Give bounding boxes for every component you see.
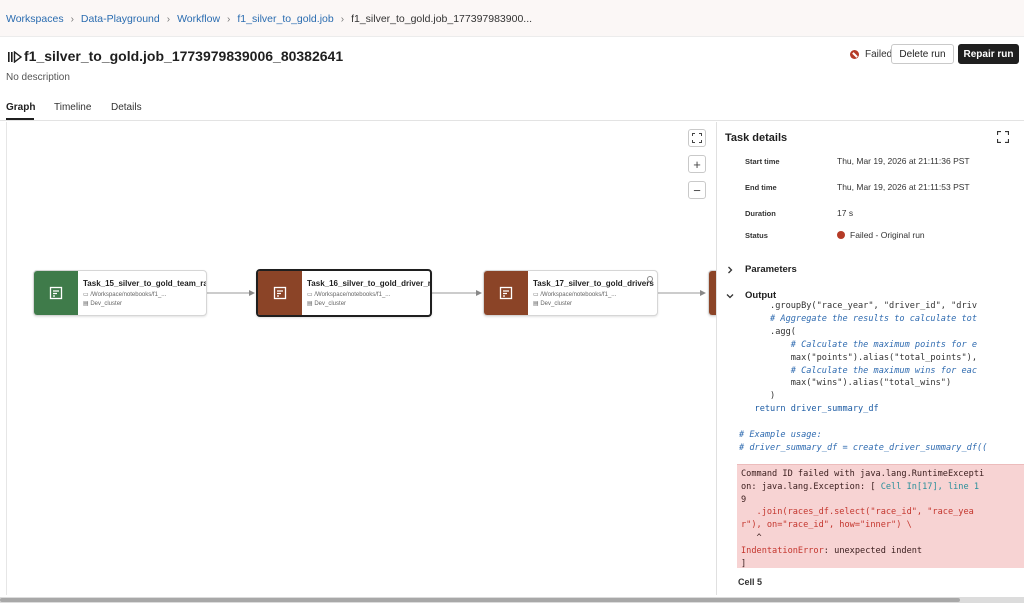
error-output: Command ID failed with java.lang.Runtime…: [737, 464, 1024, 569]
graph-edges: [207, 290, 706, 296]
chevron-right-icon: ›: [340, 13, 345, 25]
code-line: # Calculate the maximum wins for eac: [739, 365, 977, 376]
breadcrumb-workflow[interactable]: Workflow: [177, 13, 220, 25]
task-node-15[interactable]: Task_15_silver_to_gold_team_rank ▭ /Work…: [33, 270, 207, 316]
field-label: Start time: [745, 157, 780, 166]
tab-bar: Graph Timeline Details: [0, 96, 1024, 121]
expand-icon[interactable]: [997, 131, 1009, 143]
task-path: ▭ /Workspace/notebooks/f1_...: [533, 292, 617, 298]
field-label: Status: [745, 231, 768, 240]
top-bar: Workspaces › Data-Playground › Workflow …: [0, 0, 1024, 37]
task-cluster: ▤ Dev_cluster: [533, 301, 573, 307]
task-cluster: ▤ Dev_cluster: [83, 301, 123, 307]
failed-icon: [850, 50, 859, 59]
task-node-16[interactable]: Task_16_silver_to_gold_driver_ran ▭ /Wor…: [256, 269, 432, 317]
error-line: .join(races_df.select("race_id", "race_y…: [741, 507, 974, 518]
notebook-task-icon: [258, 271, 302, 315]
error-line: ^: [741, 532, 762, 543]
output-code-block: .groupBy("race_year", "driver_id", "driv…: [739, 300, 1024, 455]
breadcrumb-current-run: f1_silver_to_gold.job_177397983900...: [351, 13, 533, 25]
error-line: on: java.lang.Exception: [ Cell In[17], …: [741, 481, 980, 492]
task-cluster: ▤ Dev_cluster: [307, 301, 347, 307]
chevron-right-icon: ›: [227, 13, 231, 25]
failed-icon: [837, 231, 845, 239]
breadcrumb-job[interactable]: f1_silver_to_gold.job: [237, 13, 333, 25]
active-tab-indicator: [6, 118, 34, 120]
task-name: Task_17_silver_to_gold_drivers: [533, 279, 654, 288]
field-label: Duration: [745, 209, 776, 218]
next-cell-label: Cell 5: [738, 577, 763, 587]
horizontal-scrollbar[interactable]: [0, 598, 960, 602]
end-time-value: Thu, Mar 19, 2026 at 21:11:53 PST: [837, 182, 970, 192]
breadcrumb-workspaces[interactable]: Workspaces: [6, 13, 64, 25]
task-name: Task_15_silver_to_gold_team_rank: [83, 279, 207, 288]
status-badge: Failed: [850, 49, 892, 60]
notebook-task-icon: [34, 271, 78, 315]
tab-details[interactable]: Details: [111, 102, 142, 113]
code-line: # Calculate the maximum points for e: [739, 339, 977, 350]
page-title: f1_silver_to_gold.job_1773979839006_8038…: [24, 48, 344, 64]
code-line: return driver_summary_df: [739, 404, 879, 415]
parameters-section-toggle[interactable]: Parameters: [726, 264, 797, 275]
code-line: max("wins").alias("total_wins"): [739, 378, 952, 389]
chevron-down-icon: [726, 293, 734, 298]
notebook-task-icon: [484, 271, 528, 315]
error-line: IndentationError: unexpected indent: [741, 545, 923, 556]
repair-run-button[interactable]: Repair run: [958, 44, 1019, 64]
code-line: # driver_summary_df = create_driver_summ…: [739, 442, 988, 453]
code-line: max("points").alias("total_points"),: [739, 352, 977, 363]
task-details-panel: Task details Start time Thu, Mar 19, 202…: [716, 122, 1024, 595]
code-line: ): [739, 391, 776, 402]
start-time-value: Thu, Mar 19, 2026 at 21:11:36 PST: [837, 156, 970, 166]
job-run-icon: [8, 51, 22, 63]
status-value: Failed - Original run: [837, 230, 925, 240]
task-path: ▭ /Workspace/notebooks/f1_...: [83, 292, 167, 298]
status-text: Failed: [865, 49, 893, 60]
code-line: .groupBy("race_year", "driver_id", "driv: [739, 301, 977, 311]
task-node-17[interactable]: Task_17_silver_to_gold_drivers ▭ /Worksp…: [483, 270, 658, 316]
run-header: f1_silver_to_gold.job_1773979839006_8038…: [0, 44, 1024, 68]
cell-reference: Cell In[17], line 1: [880, 481, 980, 492]
error-line: r"), on="race_id", how="inner") \: [741, 520, 912, 531]
chevron-right-icon: ›: [70, 13, 74, 25]
task-path: ▭ /Workspace/notebooks/f1_...: [307, 292, 391, 298]
chevron-right-icon: ›: [166, 13, 171, 25]
field-label: End time: [745, 183, 777, 192]
tab-graph[interactable]: Graph: [6, 102, 35, 113]
breadcrumb-data-playground[interactable]: Data-Playground: [81, 13, 160, 25]
pending-status-icon: [647, 276, 653, 282]
tab-timeline[interactable]: Timeline: [54, 102, 91, 113]
run-description: No description: [6, 72, 70, 83]
panel-title: Task details: [725, 132, 788, 144]
error-line: ]: [741, 558, 747, 569]
graph-canvas[interactable]: + − Task_15_silver_to_gold_team_rank ▭ /…: [6, 122, 720, 595]
code-line: .agg(: [739, 326, 796, 337]
code-line: # Aggregate the results to calculate tot: [739, 313, 977, 324]
task-name: Task_16_silver_to_gold_driver_ran: [307, 279, 432, 288]
chevron-right-icon: [728, 266, 733, 273]
error-line: Command ID failed with java.lang.Runtime…: [741, 469, 985, 479]
delete-run-button[interactable]: Delete run: [891, 44, 954, 64]
error-line: 9: [741, 494, 747, 505]
code-line: # Example usage:: [739, 430, 822, 441]
duration-value: 17 s: [837, 208, 854, 218]
breadcrumb: Workspaces › Data-Playground › Workflow …: [6, 13, 532, 25]
